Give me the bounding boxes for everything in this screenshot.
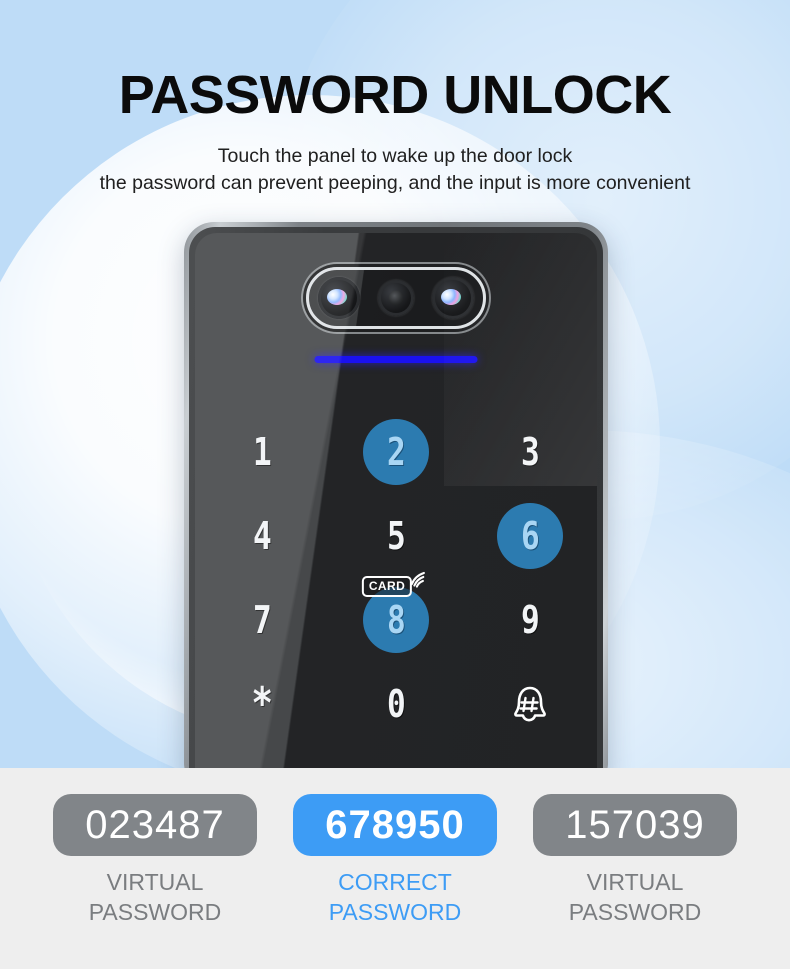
key-0[interactable]: 0	[363, 671, 429, 737]
password-value-box: 678950	[293, 794, 497, 856]
password-label: VIRTUAL PASSWORD	[53, 867, 257, 927]
password-item-virtual-left: 023487 VIRTUAL PASSWORD	[53, 794, 257, 927]
card-nfc-badge[interactable]: CARD	[361, 571, 430, 597]
key-label: 5	[386, 514, 406, 558]
password-item-virtual-right: 157039 VIRTUAL PASSWORD	[533, 794, 737, 927]
page-title: PASSWORD UNLOCK	[118, 65, 672, 125]
key-6[interactable]: 6	[497, 503, 563, 569]
key-label: 3	[520, 430, 540, 474]
password-label-line-2: PASSWORD	[568, 899, 702, 925]
key-label: 7	[252, 598, 272, 642]
camera-sensor-center-icon	[378, 280, 414, 316]
key-7[interactable]: 7	[229, 587, 295, 653]
subtitle-line-1: Touch the panel to wake up the door lock	[217, 145, 573, 167]
status-indicator-bar	[314, 356, 478, 363]
nfc-wave-icon	[408, 567, 430, 594]
camera-lens-left-icon	[318, 277, 360, 319]
hero-section: PASSWORD UNLOCK Touch the panel to wake …	[0, 0, 790, 768]
camera-module	[306, 267, 486, 329]
doorbell-icon	[510, 684, 550, 724]
password-legend-section: 023487 VIRTUAL PASSWORD 678950 CORRECT P…	[0, 768, 790, 969]
key-label: 4	[252, 514, 272, 558]
password-value-box: 157039	[533, 794, 737, 856]
key-label: 9	[520, 598, 540, 642]
key-label: 2	[386, 430, 406, 474]
key-9[interactable]: 9	[497, 587, 563, 653]
key-4[interactable]: 4	[229, 503, 295, 569]
page-subtitle: Touch the panel to wake up the door lock…	[0, 143, 790, 197]
password-label-line-1: VIRTUAL	[106, 869, 204, 895]
password-label-line-1: CORRECT	[338, 869, 452, 895]
camera-lens-right-icon	[432, 277, 474, 319]
password-label-line-2: PASSWORD	[88, 899, 222, 925]
key-label: 0	[386, 682, 406, 726]
key-star[interactable]: *	[229, 671, 295, 737]
key-bell[interactable]	[497, 671, 563, 737]
key-label: 1	[252, 430, 272, 474]
key-label: 8	[386, 598, 406, 642]
device-glass-panel[interactable]: 1 2 3 4 5 6 7 8 9 * 0 CARD	[195, 233, 597, 768]
door-lock-device: 1 2 3 4 5 6 7 8 9 * 0 CARD	[184, 222, 608, 768]
key-1[interactable]: 1	[229, 419, 295, 485]
password-label: CORRECT PASSWORD	[293, 867, 497, 927]
key-5[interactable]: 5	[363, 503, 429, 569]
password-label-line-2: PASSWORD	[328, 899, 462, 925]
password-item-correct: 678950 CORRECT PASSWORD	[293, 794, 497, 927]
password-row: 023487 VIRTUAL PASSWORD 678950 CORRECT P…	[0, 794, 790, 927]
card-badge-label: CARD	[361, 576, 413, 597]
password-label: VIRTUAL PASSWORD	[533, 867, 737, 927]
key-label: *	[251, 678, 273, 729]
password-label-line-1: VIRTUAL	[586, 869, 684, 895]
key-label: 6	[520, 514, 540, 558]
password-value-box: 023487	[53, 794, 257, 856]
subtitle-line-2: the password can prevent peeping, and th…	[99, 172, 691, 194]
key-2[interactable]: 2	[363, 419, 429, 485]
key-3[interactable]: 3	[497, 419, 563, 485]
